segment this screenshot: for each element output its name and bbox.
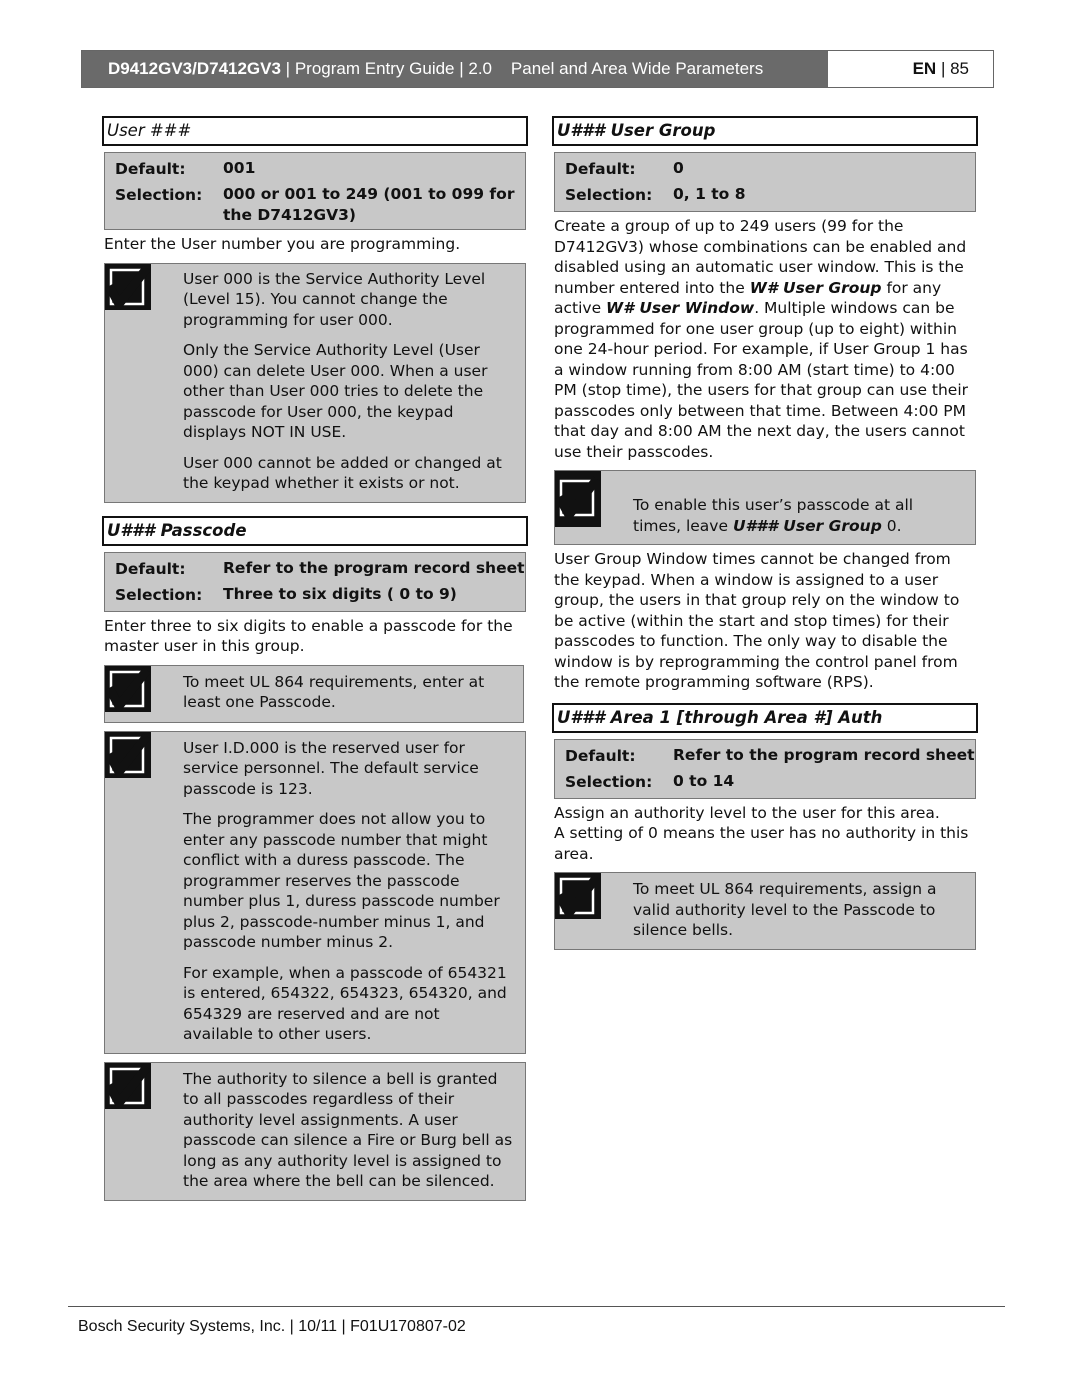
note-box-user: User 000 is the Service Authority Level … <box>104 262 526 503</box>
note-paragraph: The authority to silence a bell is grant… <box>183 1069 513 1191</box>
model-name: D9412GV3/D7412GV3 <box>108 59 281 78</box>
note-paragraph: To enable this user’s passcode at all ti… <box>633 495 963 536</box>
param-reference: W# User Window <box>606 299 755 317</box>
selection-value: Three to six digits ( 0 to 9) <box>223 584 457 603</box>
section-title-user: User ### <box>102 116 528 146</box>
page-footer: Bosch Security Systems, Inc. | 10/11 | F… <box>78 1318 466 1335</box>
section-title-passcode: U### Passcode <box>102 515 528 546</box>
param-reference: U### User Group <box>732 516 882 535</box>
default-value: 001 <box>223 159 256 177</box>
selection-label: Selection: <box>565 186 653 204</box>
user-group-window-description: User Group Window times cannot be change… <box>554 550 960 691</box>
checkbox-note-icon <box>555 471 601 527</box>
area-auth-description: Assign an authority level to the user fo… <box>554 803 940 822</box>
note-box-ul864: To meet UL 864 requirements, enter at le… <box>104 664 524 723</box>
page-number: | 85 <box>936 59 969 78</box>
checkbox-note-icon <box>105 665 151 712</box>
text: . Multiple windows can be programmed for… <box>554 299 969 461</box>
default-value: 0 <box>673 159 684 177</box>
title-text: User ### <box>107 121 192 140</box>
checkbox-note-icon <box>105 263 151 310</box>
title-text: U### User Group <box>557 121 716 140</box>
note-paragraph: To meet UL 864 requirements, enter at le… <box>183 672 485 712</box>
text: 0. <box>881 516 902 535</box>
default-value: Refer to the program record sheet <box>673 745 975 764</box>
language-code: EN <box>912 59 937 78</box>
header-title: D9412GV3/D7412GV3 | Program Entry Guide … <box>82 51 828 87</box>
page-number-box: EN | 85 <box>828 51 993 87</box>
section-name: Panel and Area Wide Parameters <box>510 59 764 78</box>
note-paragraph: To meet UL 864 requirements, assign a va… <box>633 880 937 939</box>
spec-box-user-group: Default: 0 Selection: 0, 1 to 8 <box>554 152 976 212</box>
selection-value: 0 to 14 <box>673 771 735 790</box>
default-label: Default: <box>115 559 186 578</box>
spec-box-area-auth: Default: Refer to the program record shee… <box>554 738 976 799</box>
selection-value: 000 or 001 to 249 (001 to 099 for the D7… <box>223 185 515 224</box>
area-auth-description-2: A setting of 0 means the user has no aut… <box>554 824 969 863</box>
note-box-reserved: User I.D.000 is the reserved user for se… <box>104 730 526 1054</box>
note-box-area-auth: To meet UL 864 requirements, assign a va… <box>554 872 976 950</box>
default-label: Default: <box>565 160 636 178</box>
user-description: Enter the User number you are programmin… <box>104 235 461 253</box>
checkbox-note-icon <box>105 731 151 778</box>
note-box-user-group: To enable this user’s passcode at all ti… <box>554 470 976 545</box>
note-paragraph: For example, when a passcode of 654321 i… <box>183 963 507 1044</box>
separator: | <box>280 59 295 78</box>
right-column: U### User Group Default: 0 Selection: 0, 1… <box>552 116 978 950</box>
footer-divider <box>68 1306 1005 1307</box>
note-paragraph: Only the Service Authority Level (User 0… <box>183 341 488 441</box>
selection-value: 0, 1 to 8 <box>673 185 746 203</box>
user-group-description: Create a group of up to 249 users (99 fo… <box>554 216 978 462</box>
title-text: U### Area 1 [through Area #] Auth <box>557 707 883 727</box>
selection-label: Selection: <box>565 772 653 791</box>
default-label: Default: <box>115 160 186 178</box>
note-paragraph: User I.D.000 is the reserved user for se… <box>183 738 479 798</box>
note-paragraph: The programmer does not allow you to ent… <box>183 810 500 951</box>
note-box-silence: The authority to silence a bell is grant… <box>104 1061 526 1201</box>
guide-name: Program Entry Guide | 2.0 <box>294 59 492 78</box>
page-header: D9412GV3/D7412GV3 | Program Entry Guide … <box>81 50 994 88</box>
section-title-user-group: U### User Group <box>552 116 978 146</box>
passcode-description: Enter three to six digits to enable a pa… <box>104 616 513 656</box>
spec-box-passcode: Default: Refer to the program record shee… <box>104 551 526 612</box>
note-paragraph: User 000 cannot be added or changed at t… <box>183 453 502 493</box>
left-column: User ### Default: 001 Selection: 000 or 00… <box>102 116 528 1201</box>
selection-label: Selection: <box>115 186 203 204</box>
spec-box-user: Default: 001 Selection: 000 or 001 to 249 … <box>104 152 526 230</box>
note-paragraph: User 000 is the Service Authority Level … <box>183 269 486 329</box>
checkbox-note-icon <box>105 1062 151 1109</box>
selection-label: Selection: <box>115 585 203 604</box>
default-value: Refer to the program record sheet <box>223 558 525 577</box>
section-title-area-auth: U### Area 1 [through Area #] Auth <box>552 702 978 733</box>
title-text: U### Passcode <box>107 520 247 540</box>
default-label: Default: <box>565 746 636 765</box>
param-reference: W# User Group <box>749 278 882 297</box>
checkbox-note-icon <box>555 873 601 919</box>
